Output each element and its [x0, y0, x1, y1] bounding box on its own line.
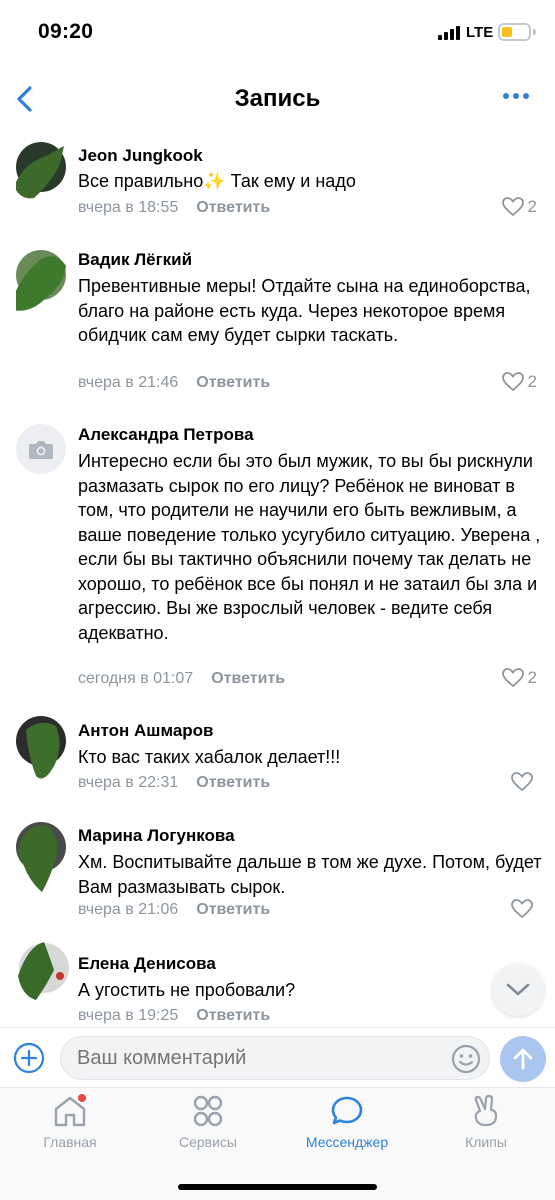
- comment-meta: вчера в 18:55 Ответить: [78, 199, 270, 217]
- comment-meta: вчера в 21:46 Ответить: [78, 374, 270, 392]
- comment-meta: сегодня в 01:07 Ответить: [78, 670, 285, 688]
- send-button[interactable]: [500, 1036, 546, 1082]
- like-button[interactable]: 2: [501, 372, 537, 392]
- comment-text: Все правильно✨ Так ему и надо: [78, 171, 356, 191]
- battery-icon: [498, 23, 531, 41]
- plus-circle-icon[interactable]: [13, 1042, 45, 1074]
- reply-button[interactable]: Ответить: [196, 1007, 270, 1025]
- nav-header: Запись: [0, 66, 555, 132]
- reply-button[interactable]: Ответить: [211, 670, 285, 688]
- arrow-up-icon: [513, 1048, 533, 1070]
- comments-list: Jeon Jungkook Все правильно✨ Так ему и н…: [0, 132, 555, 1027]
- scroll-down-button[interactable]: [492, 964, 544, 1016]
- heart-icon: [501, 372, 524, 392]
- comment-meta: вчера в 19:25 Ответить: [78, 1007, 270, 1025]
- like-button[interactable]: 2: [501, 668, 537, 688]
- comment-meta: вчера в 22:31 Ответить: [78, 774, 270, 792]
- comment-author[interactable]: Вадик Лёгкий: [78, 250, 192, 270]
- comment-author[interactable]: Марина Логункова: [78, 826, 235, 846]
- avatar[interactable]: [16, 424, 66, 474]
- tab-services[interactable]: Сервисы: [148, 1094, 268, 1150]
- comment-text: Хм. Воспитывайте дальше в том же духе. П…: [78, 852, 542, 897]
- heart-icon: [501, 197, 524, 217]
- like-button[interactable]: 2: [501, 197, 537, 217]
- message-bubble-icon: [331, 1096, 363, 1125]
- tab-clips[interactable]: Клипы: [426, 1094, 546, 1150]
- like-count: 2: [527, 372, 537, 391]
- network-type: LTE: [466, 24, 494, 41]
- signal-icon: [438, 26, 460, 40]
- heart-icon: [511, 899, 533, 919]
- comment-input[interactable]: [60, 1036, 490, 1080]
- comment-text: А угостить не пробовали?: [78, 980, 296, 1000]
- heart-icon: [501, 668, 524, 688]
- comment-text: Превентивные меры! Отдайте сына на едино…: [78, 276, 531, 345]
- reply-button[interactable]: Ответить: [196, 774, 270, 792]
- tab-bar: Главная Сервисы Мессенджер Клипы: [0, 1087, 555, 1200]
- comment-meta: вчера в 21:06 Ответить: [78, 901, 270, 919]
- comment-author[interactable]: Елена Денисова: [78, 954, 216, 974]
- comment-author[interactable]: Александра Петрова: [78, 425, 254, 445]
- comment-composer: [0, 1027, 555, 1087]
- comment-time: вчера в 21:06: [78, 901, 179, 918]
- comment-time: сегодня в 01:07: [78, 670, 194, 687]
- tab-label: Клипы: [465, 1134, 507, 1150]
- status-time: 09:20: [38, 20, 94, 43]
- reply-button[interactable]: Ответить: [196, 374, 270, 392]
- tab-label: Сервисы: [178, 1134, 237, 1150]
- comment-time: вчера в 19:25: [78, 1007, 179, 1024]
- page-title: Запись: [234, 85, 321, 112]
- more-horizontal-icon[interactable]: [503, 93, 529, 99]
- tab-label: Мессенджер: [305, 1134, 389, 1150]
- like-count: 2: [527, 668, 537, 687]
- comment-author[interactable]: Антон Ашмаров: [78, 721, 214, 741]
- avatar[interactable]: [16, 822, 66, 892]
- comment-time: вчера в 18:55: [78, 199, 179, 216]
- avatar[interactable]: [16, 936, 69, 1000]
- services-grid-icon: [193, 1095, 223, 1127]
- reply-button[interactable]: Ответить: [196, 901, 270, 919]
- status-bar: 09:20 LTE: [0, 0, 555, 66]
- clips-icon: [474, 1094, 498, 1127]
- like-count: 2: [527, 197, 537, 216]
- avatar[interactable]: [16, 142, 66, 199]
- smile-icon[interactable]: [451, 1044, 481, 1074]
- tab-messenger[interactable]: Мессенджер: [287, 1094, 407, 1150]
- camera-icon: [29, 441, 53, 459]
- avatar[interactable]: [12, 250, 66, 311]
- heart-icon: [511, 772, 533, 792]
- tab-label: Главная: [43, 1134, 97, 1150]
- comment-author[interactable]: Jeon Jungkook: [78, 146, 203, 166]
- battery-tip: [533, 29, 536, 35]
- reply-button[interactable]: Ответить: [196, 199, 270, 217]
- tab-home[interactable]: Главная: [10, 1094, 130, 1150]
- comment-text: Кто вас таких хабалок делает!!!: [78, 747, 341, 767]
- comment-time: вчера в 22:31: [78, 774, 179, 791]
- comment-text: Интересно если бы это был мужик, то вы б…: [78, 451, 541, 643]
- home-icon: [54, 1094, 86, 1127]
- like-button[interactable]: [511, 899, 537, 919]
- like-button[interactable]: [511, 772, 537, 792]
- home-indicator: [178, 1184, 377, 1190]
- comment-time: вчера в 21:46: [78, 374, 179, 391]
- chevron-down-icon: [506, 983, 530, 996]
- avatar[interactable]: [16, 716, 66, 779]
